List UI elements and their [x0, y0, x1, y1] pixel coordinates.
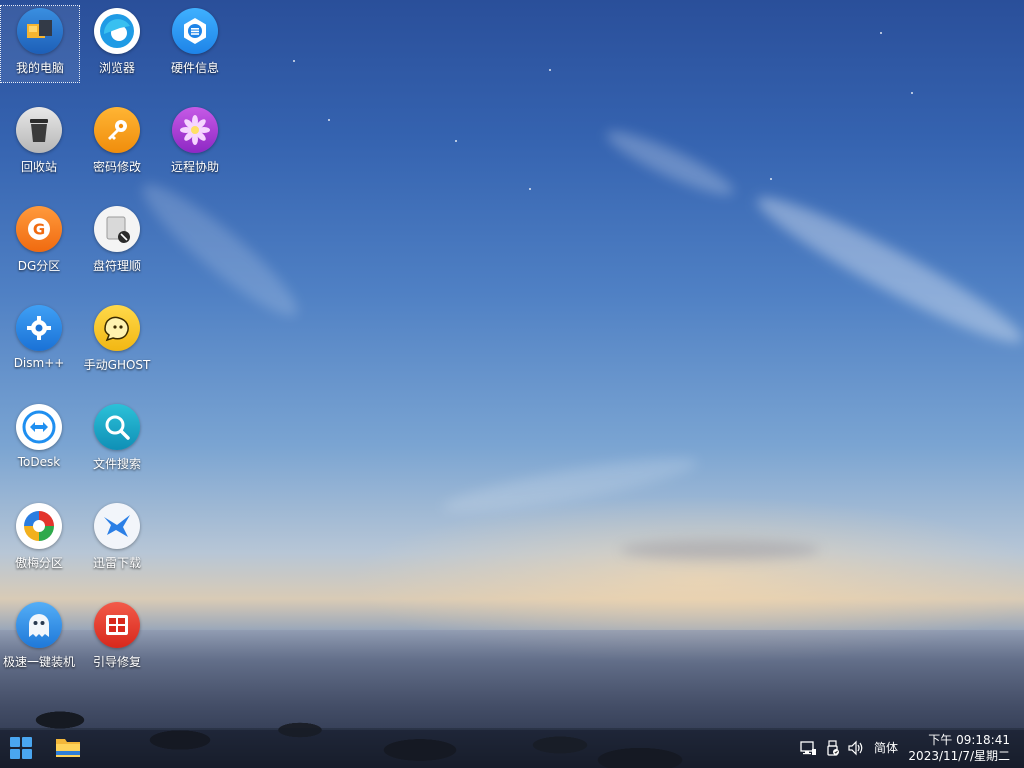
desktop-icon-label: 远程协助 [170, 160, 219, 174]
star [293, 60, 295, 62]
star [911, 92, 913, 94]
desktop-icon-boot-repair[interactable]: 引导修复 [78, 600, 156, 676]
windows-start-icon[interactable] [10, 737, 32, 759]
star [880, 32, 882, 34]
cloud-wisp [748, 181, 1024, 359]
flower-icon [172, 107, 218, 153]
desktop-icon-label: 硬件信息 [170, 61, 219, 75]
file-explorer-icon[interactable] [55, 735, 81, 759]
cloud-wisp [620, 540, 820, 560]
desktop-icon-thunder-download[interactable]: 迅雷下载 [78, 501, 156, 577]
dg-partition-icon: G [16, 206, 62, 252]
desktop-icon-dg-partition[interactable]: G DG分区 [0, 204, 78, 280]
desktop-icon-label: 回收站 [20, 160, 57, 174]
boot-repair-icon [94, 602, 140, 648]
desktop[interactable]: 我的电脑 回收站 G DG分区 Dism++ ToDesk 傲梅分区 极速一键装… [0, 0, 1024, 768]
star [549, 69, 551, 71]
desktop-icon-label: 我的电脑 [15, 61, 64, 75]
desktop-icon-label: ToDesk [17, 455, 61, 469]
clock-time: 下午 09:18:41 [928, 733, 1010, 747]
star [455, 140, 457, 142]
recycle-bin-icon [16, 107, 62, 153]
key-icon [94, 107, 140, 153]
todesk-icon [16, 404, 62, 450]
cloud-wisp [439, 447, 701, 523]
ime-indicator[interactable]: 简体 [874, 728, 898, 768]
drive-letter-icon [94, 206, 140, 252]
desktop-icon-remote-assist[interactable]: 远程协助 [156, 105, 234, 181]
svg-text:G: G [33, 221, 45, 239]
star [770, 178, 772, 180]
desktop-icon-drive-letter[interactable]: 盘符理顺 [78, 204, 156, 280]
desktop-icon-recycle-bin[interactable]: 回收站 [0, 105, 78, 181]
browser-icon [94, 8, 140, 54]
desktop-icon-label: DG分区 [17, 259, 61, 273]
desktop-icon-label: Dism++ [13, 356, 65, 370]
desktop-icon-label: 手动GHOST [83, 358, 151, 372]
desktop-icon-file-search[interactable]: 文件搜索 [78, 402, 156, 478]
desktop-icon-label: 引导修复 [92, 655, 141, 669]
gear-icon [16, 305, 62, 351]
desktop-icon-password-change[interactable]: 密码修改 [78, 105, 156, 181]
star [529, 188, 531, 190]
desktop-icon-hardware-info[interactable]: 硬件信息 [156, 6, 234, 82]
desktop-icon-label: 盘符理顺 [92, 259, 141, 273]
search-icon [94, 404, 140, 450]
clock-date: 2023/11/7/星期二 [908, 749, 1010, 763]
desktop-icon-label: 文件搜索 [92, 457, 141, 471]
thunder-bird-icon [94, 503, 140, 549]
desktop-icon-dism[interactable]: Dism++ [0, 303, 78, 379]
aomei-partition-icon [16, 503, 62, 549]
desktop-icon-quick-install[interactable]: 极速一键装机 [0, 600, 78, 676]
desktop-icon-manual-ghost[interactable]: 手动GHOST [78, 303, 156, 379]
desktop-icon-label: 迅雷下载 [92, 556, 141, 570]
desktop-icon-label: 密码修改 [92, 160, 141, 174]
desktop-icon-aomei-partition[interactable]: 傲梅分区 [0, 501, 78, 577]
ghost-icon [94, 305, 140, 351]
desktop-icon-todesk[interactable]: ToDesk [0, 402, 78, 478]
desktop-icon-label: 极速一键装机 [2, 655, 75, 669]
clock[interactable]: 下午 09:18:41 2023/11/7/星期二 [908, 732, 1010, 764]
desktop-icon-my-computer[interactable]: 我的电脑 [0, 5, 80, 83]
star [328, 119, 330, 121]
network-icon[interactable] [799, 728, 817, 768]
cloud-wisp [130, 170, 310, 330]
desktop-icon-label: 浏览器 [98, 61, 135, 75]
computer-icon [17, 8, 63, 54]
usb-device-icon[interactable] [824, 728, 842, 768]
volume-icon[interactable] [847, 728, 865, 768]
taskbar: 简体 下午 09:18:41 2023/11/7/星期二 [0, 728, 1024, 768]
cloud-wisp [601, 121, 739, 205]
desktop-icon-label: 傲梅分区 [14, 556, 63, 570]
hardware-info-icon [172, 8, 218, 54]
installer-ghost-icon [16, 602, 62, 648]
desktop-icon-browser[interactable]: 浏览器 [78, 6, 156, 82]
